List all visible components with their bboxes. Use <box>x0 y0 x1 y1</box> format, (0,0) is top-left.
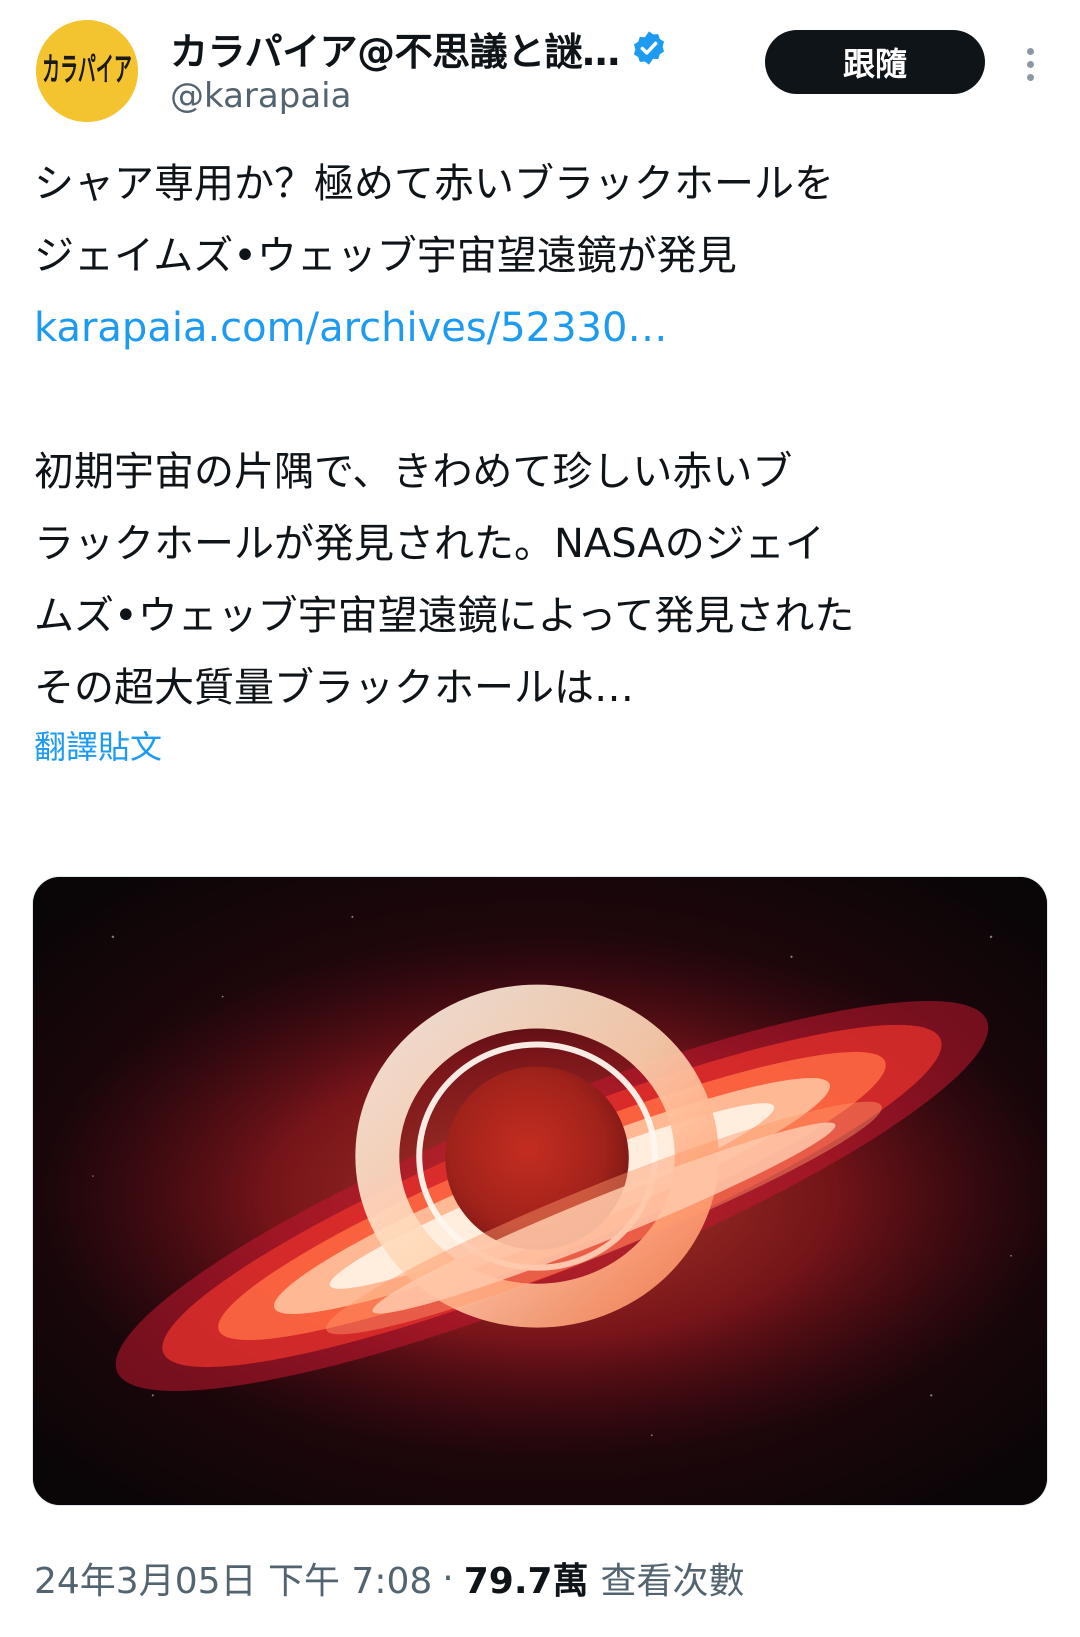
more-dot <box>1026 47 1034 55</box>
tweet-body-line-4: その超大質量ブラックホールは… <box>34 665 634 711</box>
more-options-icon[interactable] <box>1010 36 1050 92</box>
article-link[interactable]: karapaia.com/archives/52330… <box>34 292 1054 364</box>
tweet-title-line-2: ジェイムズ•ウェッブ宇宙望遠鏡が発見 <box>34 233 737 279</box>
views-label: 查看次數 <box>600 1561 745 1602</box>
avatar[interactable]: カラパイア <box>36 20 138 122</box>
more-dot <box>1026 73 1034 81</box>
user-handle[interactable]: @karapaia <box>170 76 351 116</box>
tweet-body-line-3: ムズ•ウェッブ宇宙望遠鏡によって発見された <box>34 593 855 639</box>
tweet-header: カラパイア カラパイア@不思議と謎… @karapaia 跟隨 <box>0 0 1080 140</box>
verified-badge-icon <box>633 31 664 65</box>
more-dot <box>1026 60 1034 68</box>
tweet-media-image[interactable] <box>32 876 1048 1506</box>
translate-post-link[interactable]: 翻譯貼文 <box>34 722 162 768</box>
tweet-text: シャア専用か？極めて赤いブラックホールを ジェイムズ•ウェッブ宇宙望遠鏡が発見 … <box>34 148 1054 724</box>
tweet-title-line-1: シャア専用か？極めて赤いブラックホールを <box>34 161 834 207</box>
follow-button[interactable]: 跟隨 <box>765 30 985 94</box>
avatar-logo: カラパイア <box>36 20 138 122</box>
tweet-body-line-1: 初期宇宙の片隅で、きわめて珍しい赤いブ <box>34 449 793 495</box>
name-row: カラパイア@不思議と謎… <box>170 22 668 74</box>
black-hole-image <box>33 877 1047 1505</box>
meta-separator: · <box>442 1557 454 1599</box>
tweet-timestamp[interactable]: 24年3月05日 下午 7:08 <box>34 1552 432 1604</box>
tweet-meta: 24年3月05日 下午 7:08 · 79.7萬 查看次數 <box>34 1552 745 1604</box>
display-name[interactable]: カラパイア@不思議と謎… <box>170 21 620 76</box>
avatar-logo-text: カラパイア <box>42 52 132 89</box>
tweet-body-line-2: ラックホールが発見された。NASAのジェイ <box>34 521 825 567</box>
views-count: 79.7萬 <box>463 1561 589 1602</box>
